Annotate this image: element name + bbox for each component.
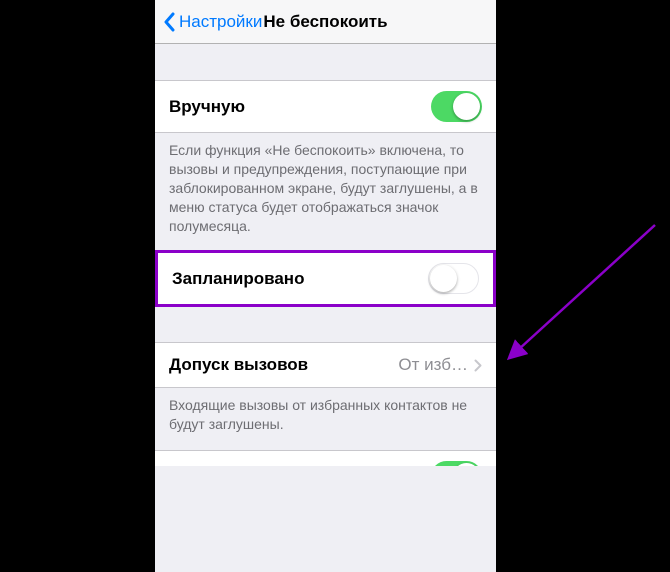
annotation-arrow-icon — [500, 215, 665, 370]
toggle-knob — [453, 463, 480, 466]
toggle-knob — [430, 265, 457, 292]
settings-screen: Настройки Не беспокоить Вручную Если фун… — [155, 0, 496, 572]
allow-calls-value: От изб… — [398, 355, 468, 375]
allow-calls-row[interactable]: Допуск вызовов От изб… — [155, 342, 496, 388]
allow-calls-label: Допуск вызовов — [169, 355, 308, 375]
manual-footer: Если функция «Не беспокоить» включена, т… — [155, 133, 496, 251]
partial-toggle[interactable] — [431, 461, 482, 466]
content: Вручную Если функция «Не беспокоить» вкл… — [155, 44, 496, 466]
scheduled-label: Запланировано — [172, 269, 304, 289]
manual-label: Вручную — [169, 97, 245, 117]
back-label: Настройки — [179, 12, 262, 32]
back-button[interactable]: Настройки — [163, 12, 262, 32]
manual-row[interactable]: Вручную — [155, 80, 496, 133]
next-row-partial — [155, 450, 496, 466]
manual-toggle[interactable] — [431, 91, 482, 122]
allow-calls-footer: Входящие вызовы от избранных контактов н… — [155, 388, 496, 450]
page-title: Не беспокоить — [263, 12, 387, 32]
nav-bar: Настройки Не беспокоить — [155, 0, 496, 44]
scheduled-toggle[interactable] — [428, 263, 479, 294]
chevron-right-icon — [474, 359, 482, 372]
scheduled-row[interactable]: Запланировано — [155, 250, 496, 307]
toggle-knob — [453, 93, 480, 120]
chevron-left-icon — [163, 12, 175, 32]
